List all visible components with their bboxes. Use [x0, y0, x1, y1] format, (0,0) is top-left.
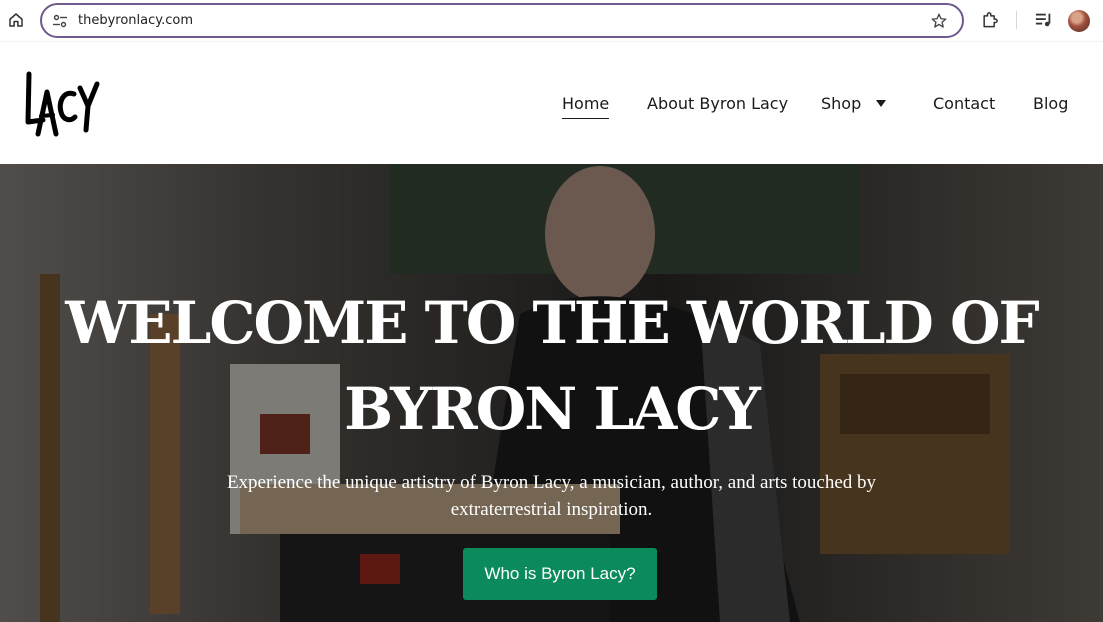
hero-title: WELCOME TO THE WORLD OF BYRON LACY — [0, 280, 1103, 452]
media-queue-icon[interactable] — [1034, 11, 1054, 29]
browser-toolbar: thebyronlacy.com — [0, 0, 1103, 42]
nav-about[interactable]: About Byron Lacy — [647, 94, 788, 113]
main-nav: Home About Byron Lacy Shop Contact Blog — [0, 94, 1103, 124]
puzzle-icon[interactable] — [980, 10, 1000, 30]
chevron-down-icon[interactable] — [876, 100, 886, 108]
nav-contact[interactable]: Contact — [933, 94, 995, 113]
home-icon[interactable] — [7, 11, 25, 29]
site-header: Home About Byron Lacy Shop Contact Blog — [0, 42, 1103, 164]
nav-blog[interactable]: Blog — [1033, 94, 1068, 113]
avatar[interactable] — [1068, 10, 1090, 32]
url-text[interactable]: thebyronlacy.com — [78, 13, 193, 28]
who-is-byron-button[interactable]: Who is Byron Lacy? — [463, 548, 657, 600]
hero-title-line-2: BYRON LACY — [344, 375, 761, 443]
nav-shop[interactable]: Shop — [821, 94, 861, 113]
hero-title-line-1: WELCOME TO THE WORLD OF — [65, 289, 1039, 357]
tune-icon[interactable] — [52, 13, 68, 29]
address-bar[interactable]: thebyronlacy.com — [40, 3, 964, 38]
toolbar-divider — [1016, 11, 1017, 29]
hero-section: WELCOME TO THE WORLD OF BYRON LACY Exper… — [0, 164, 1103, 622]
nav-home[interactable]: Home — [562, 94, 610, 119]
hero-subtitle: Experience the unique artistry of Byron … — [226, 472, 877, 520]
star-icon[interactable] — [930, 12, 948, 30]
